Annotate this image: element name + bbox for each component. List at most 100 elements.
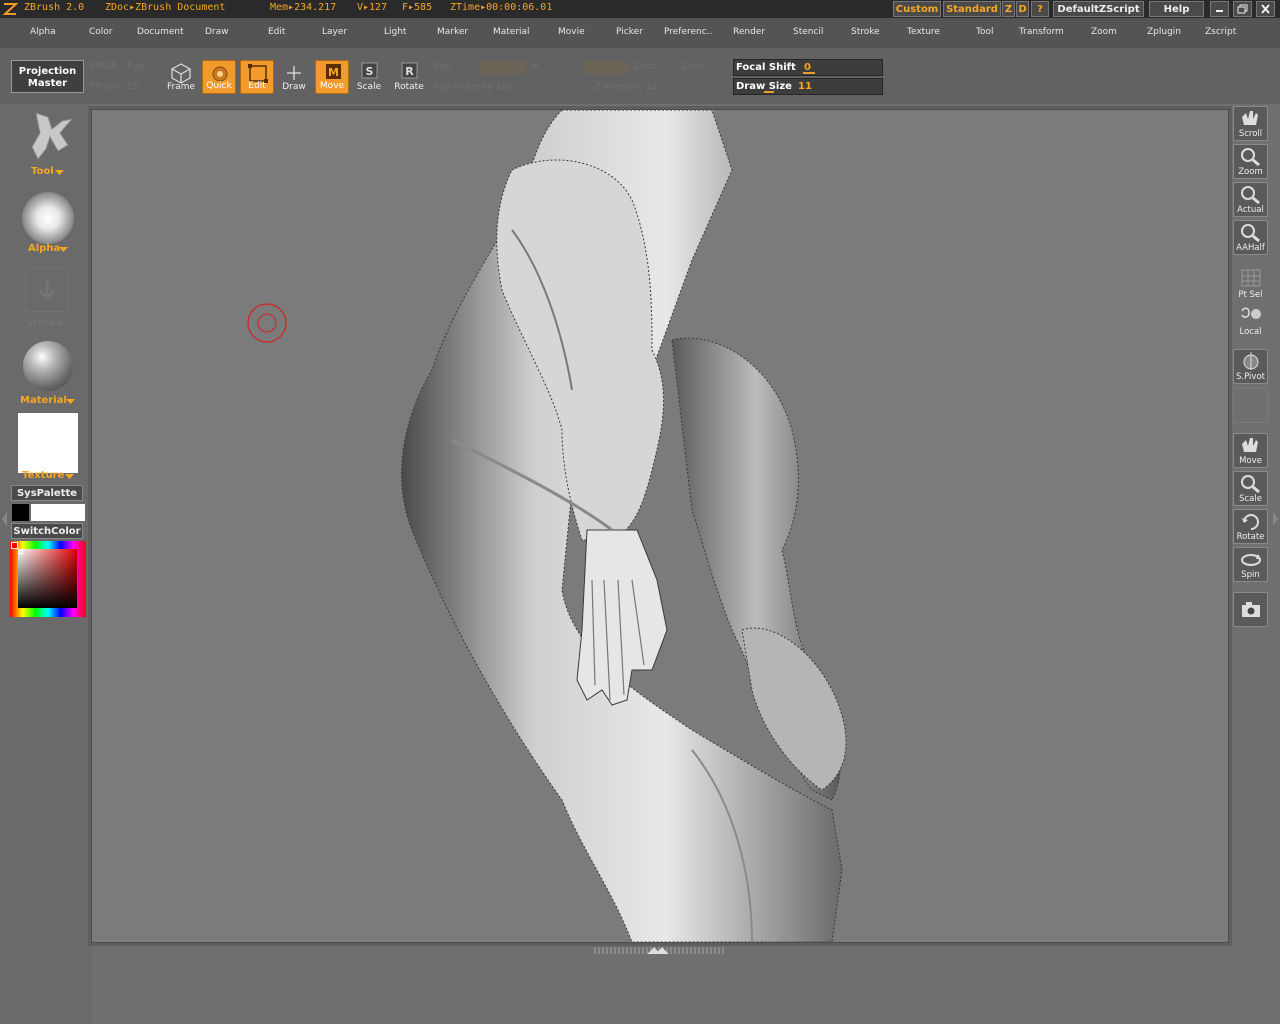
material-dropdown-icon[interactable] xyxy=(66,399,75,405)
menu-stroke[interactable]: Stroke xyxy=(851,27,880,37)
menu-render[interactable]: Render xyxy=(733,27,765,37)
mrgb-button[interactable]: MRGB xyxy=(90,62,117,72)
local-button[interactable]: Local xyxy=(1233,303,1268,338)
edit-button[interactable]: Edit xyxy=(240,60,274,94)
quick-button[interactable]: Quick xyxy=(202,60,236,94)
tool-label[interactable]: Tool xyxy=(31,166,54,177)
menu-zplugin[interactable]: Zplugin xyxy=(1147,27,1181,37)
help-button[interactable]: Help xyxy=(1149,1,1204,17)
spivot-button[interactable]: S.Pivot xyxy=(1233,349,1268,384)
menu-layer[interactable]: Layer xyxy=(322,27,347,37)
color-marker[interactable] xyxy=(18,549,23,554)
rotate-label: Rotate xyxy=(394,82,424,92)
menu-color[interactable]: Color xyxy=(89,27,113,37)
rgb-mode-button[interactable]: Rgb xyxy=(127,62,145,72)
aahalf-button[interactable]: AAHalf xyxy=(1233,220,1268,255)
texture-thumbnail[interactable] xyxy=(18,413,78,473)
scroll-button[interactable]: Scroll xyxy=(1233,106,1268,141)
z-intensity-slider[interactable]: Z Intensity 12 xyxy=(595,82,658,92)
actual-button[interactable]: Actual xyxy=(1233,182,1268,217)
move-view-button[interactable]: Move xyxy=(1233,433,1268,468)
m-button[interactable]: M xyxy=(531,62,539,72)
menu-tool[interactable]: Tool xyxy=(976,27,993,37)
menu-picker[interactable]: Picker xyxy=(616,27,643,37)
ptsel-button[interactable]: Pt Sel xyxy=(1233,266,1268,301)
rotate-view-button[interactable]: Rotate xyxy=(1233,509,1268,544)
draw-button[interactable]: Draw xyxy=(277,60,311,94)
zadd-swatch[interactable] xyxy=(583,61,629,74)
alpha-dropdown-icon[interactable] xyxy=(59,247,68,253)
snapshot-button[interactable] xyxy=(1233,592,1268,627)
pframe-slider[interactable]: PFrame 25 xyxy=(90,82,138,92)
empty-slot xyxy=(1233,388,1268,423)
question-button[interactable]: ? xyxy=(1031,1,1049,17)
spin-label: Spin xyxy=(1241,570,1260,580)
menu-draw[interactable]: Draw xyxy=(205,27,229,37)
default-zscript-button[interactable]: DefaultZScript xyxy=(1053,1,1144,17)
menu-alpha[interactable]: Alpha xyxy=(30,27,56,37)
alpha-thumbnail-icon[interactable] xyxy=(22,192,74,244)
menu-zoom[interactable]: Zoom xyxy=(1091,27,1117,37)
rgb-swatch[interactable] xyxy=(480,61,526,74)
tool-dropdown-icon[interactable] xyxy=(55,170,64,176)
menu-light[interactable]: Light xyxy=(384,27,406,37)
hue-marker[interactable] xyxy=(11,542,18,549)
switchcolor-button[interactable]: SwitchColor xyxy=(11,523,83,539)
stroke-label[interactable]: Stroke xyxy=(26,318,63,329)
bottom-tray-toggle-icon[interactable] xyxy=(646,946,670,955)
rotate-button[interactable]: R Rotate xyxy=(392,60,426,94)
menu-preferences[interactable]: Preferenc.. xyxy=(664,27,712,37)
custom-layout-button[interactable]: Custom xyxy=(893,1,941,17)
minimize-icon[interactable] xyxy=(1210,1,1229,17)
menu-movie[interactable]: Movie xyxy=(558,27,585,37)
right-tray-toggle-icon[interactable] xyxy=(1272,508,1280,530)
zadd-button[interactable]: Zadd xyxy=(634,62,657,72)
secondary-color-swatch[interactable] xyxy=(31,504,85,521)
texture-dropdown-icon[interactable] xyxy=(65,474,74,480)
menu-zscript[interactable]: Zscript xyxy=(1205,27,1236,37)
move-button[interactable]: M Move xyxy=(315,60,349,94)
material-label[interactable]: Material xyxy=(20,395,67,406)
z-button[interactable]: Z xyxy=(1002,1,1015,17)
zoom-button[interactable]: Zoom xyxy=(1233,144,1268,179)
focal-shift-slider[interactable]: Focal Shift 0 xyxy=(733,59,883,76)
spivot-label: S.Pivot xyxy=(1236,372,1265,382)
menu-edit[interactable]: Edit xyxy=(268,27,285,37)
syspalette-button[interactable]: SysPalette xyxy=(11,485,83,501)
document-canvas[interactable] xyxy=(91,109,1229,943)
draw-size-slider[interactable]: Draw Size 11 xyxy=(733,78,883,95)
spin-arrows-icon xyxy=(1241,554,1261,566)
material-sphere-icon[interactable] xyxy=(23,341,73,391)
projection-master-label-1: Projection xyxy=(18,66,77,77)
menu-stencil[interactable]: Stencil xyxy=(793,27,823,37)
primary-color-swatch[interactable] xyxy=(12,504,29,521)
document-title[interactable]: ZDoc▸ZBrush Document xyxy=(105,2,225,13)
sculpt-model xyxy=(247,110,847,942)
color-picker[interactable] xyxy=(10,541,86,617)
frame-button[interactable]: Frame xyxy=(164,60,198,94)
color-gradient-square[interactable] xyxy=(18,549,77,608)
menu-transform[interactable]: Transform xyxy=(1019,27,1064,37)
alpha-label[interactable]: Alpha xyxy=(28,243,60,254)
projection-master-button[interactable]: Projection Master xyxy=(11,60,84,93)
close-icon[interactable] xyxy=(1256,1,1275,17)
scale-button[interactable]: S Scale xyxy=(352,60,386,94)
rgb-intensity-slider[interactable]: Rgb Intensity 100 xyxy=(433,82,513,92)
spin-button[interactable]: Spin xyxy=(1233,547,1268,582)
scale-view-button[interactable]: Scale xyxy=(1233,471,1268,506)
menu-material[interactable]: Material xyxy=(493,27,530,37)
restore-icon[interactable] xyxy=(1233,1,1252,17)
standard-layout-button[interactable]: Standard xyxy=(943,1,1001,17)
menu-texture[interactable]: Texture xyxy=(907,27,940,37)
stroke-thumbnail-icon[interactable] xyxy=(25,268,69,312)
tool-thumbnail-icon[interactable] xyxy=(22,107,76,165)
edit-label: Edit xyxy=(248,81,266,91)
local-label: Local xyxy=(1239,327,1262,337)
rgb-button[interactable]: Rgb xyxy=(433,62,451,72)
menu-marker[interactable]: Marker xyxy=(437,27,468,37)
texture-label[interactable]: Texture xyxy=(22,470,64,481)
left-tray-toggle-icon[interactable] xyxy=(0,508,8,530)
zsub-button[interactable]: Zsub xyxy=(682,62,704,72)
d-button[interactable]: D xyxy=(1016,1,1029,17)
menu-document[interactable]: Document xyxy=(137,27,184,37)
